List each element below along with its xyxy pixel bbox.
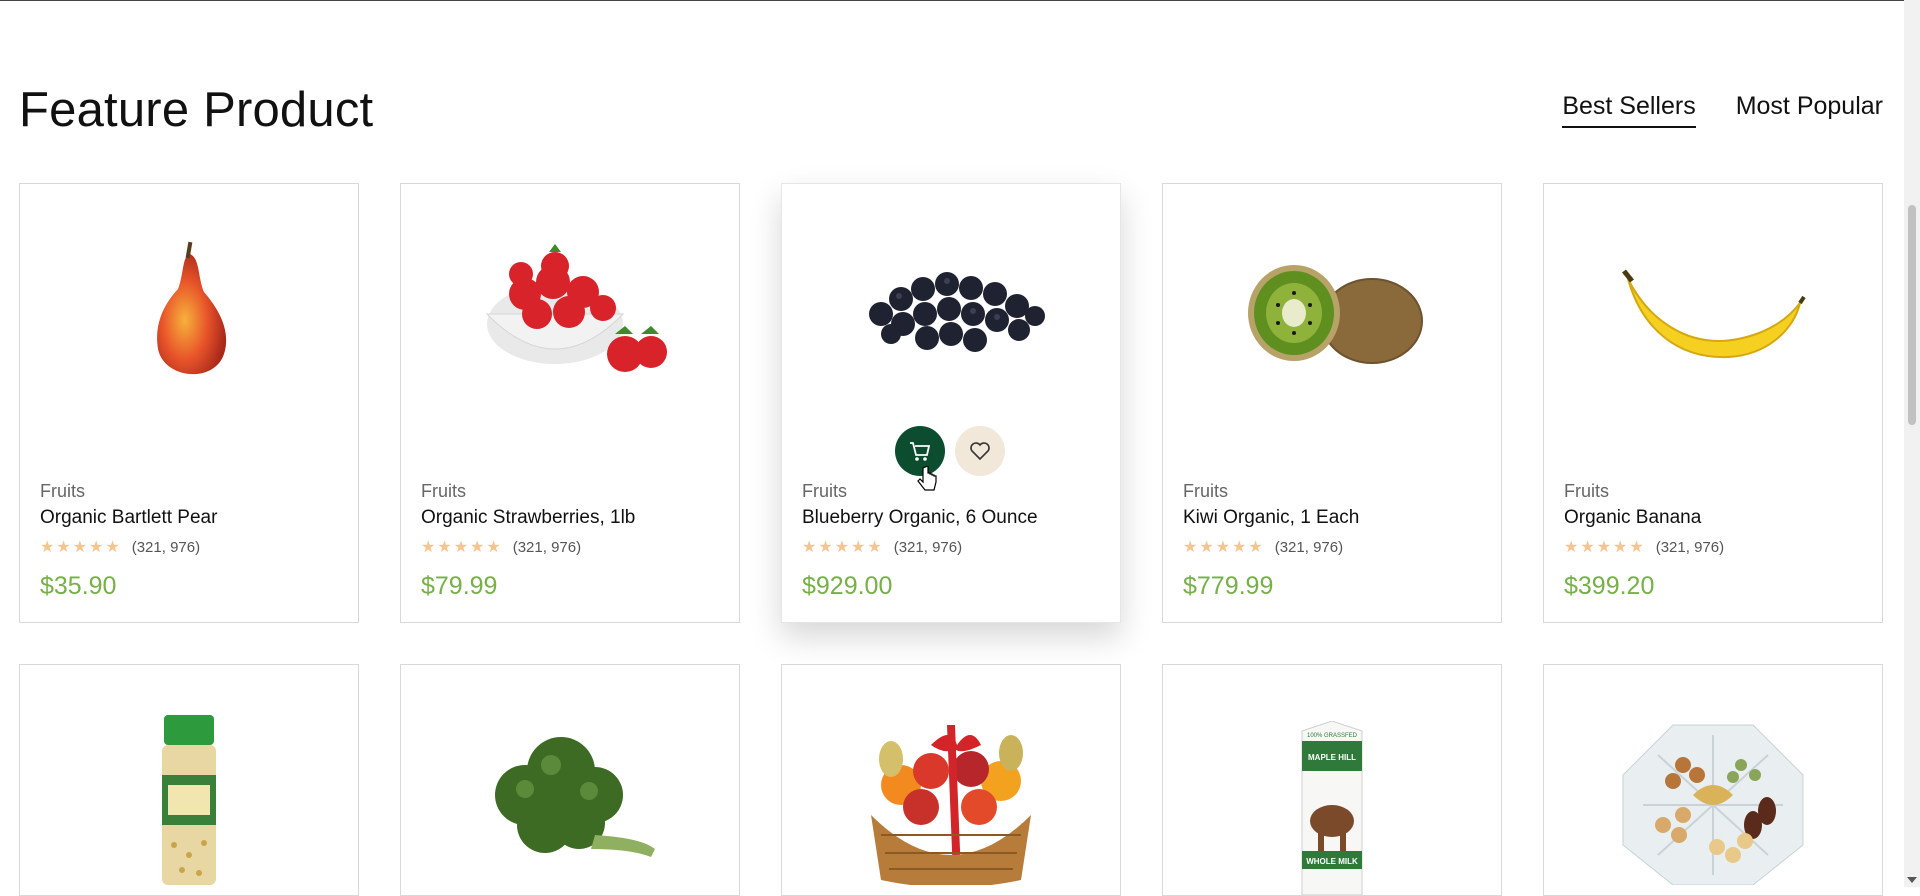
product-grid: Fruits Organic Bartlett Pear ★★★★★ (321,… [19,183,1883,896]
filter-tabs: Best Sellers Most Popular [1562,92,1883,128]
scrollbar-thumb[interactable] [1908,205,1916,425]
milk-brand: MAPLE HILL [1308,753,1356,762]
product-card[interactable] [19,664,359,896]
review-count: (321, 976) [1274,538,1344,556]
product-card[interactable] [400,664,740,896]
product-card[interactable] [1543,664,1883,896]
product-image-strawberries[interactable] [401,184,739,444]
product-name[interactable]: Organic Banana [1564,507,1701,529]
product-image-banana[interactable] [1544,184,1882,444]
heart-icon [970,442,990,461]
product-card[interactable]: Fruits Kiwi Organic, 1 Each ★★★★★ (321, … [1162,183,1502,623]
product-image-pear[interactable] [20,184,358,444]
product-price: $79.99 [421,572,498,600]
product-rating: ★★★★★ (321, 976) [802,537,962,557]
product-image-broccoli[interactable] [401,725,739,895]
tab-most-popular[interactable]: Most Popular [1736,92,1883,128]
product-image-milk-carton[interactable]: 100% GRASSFED MAPLE HILL WHOLE MILK [1163,721,1501,895]
product-category: Fruits [40,481,85,501]
milk-tag: 100% GRASSFED [1307,733,1358,739]
rating-stars: ★★★★★ [1564,539,1646,556]
product-image-blueberries[interactable] [782,184,1120,444]
add-to-wishlist-button[interactable] [955,426,1005,476]
product-image-kiwi[interactable] [1163,184,1501,444]
review-count: (321, 976) [131,538,201,556]
rating-stars: ★★★★★ [40,539,122,556]
tab-best-sellers[interactable]: Best Sellers [1562,92,1696,128]
feature-product-section: Feature Product Best Sellers Most Popula… [19,0,1883,896]
section-title: Feature Product [19,83,374,137]
product-rating: ★★★★★ (321, 976) [1564,537,1724,557]
review-count: (321, 976) [893,538,963,556]
product-category: Fruits [1564,481,1609,501]
product-rating: ★★★★★ (321, 976) [40,537,200,557]
product-price: $35.90 [40,572,117,600]
product-actions [895,426,1005,476]
product-price: $929.00 [802,572,893,600]
product-rating: ★★★★★ (321, 976) [1183,537,1343,557]
product-rating: ★★★★★ (321, 976) [421,537,581,557]
rating-stars: ★★★★★ [1183,539,1265,556]
product-image-fruit-basket[interactable] [782,715,1120,895]
rating-stars: ★★★★★ [802,539,884,556]
review-count: (321, 976) [512,538,582,556]
review-count: (321, 976) [1655,538,1725,556]
product-card[interactable]: Fruits Organic Strawberries, 1lb ★★★★★ (… [400,183,740,623]
product-name[interactable]: Organic Bartlett Pear [40,507,217,529]
product-name[interactable]: Kiwi Organic, 1 Each [1183,507,1359,529]
product-category: Fruits [421,481,466,501]
rating-stars: ★★★★★ [421,539,503,556]
product-category: Fruits [1183,481,1228,501]
hand-cursor-icon [917,466,937,491]
product-card[interactable]: Fruits Organic Banana ★★★★★ (321, 976) $… [1543,183,1883,623]
product-card[interactable]: Fruits Organic Bartlett Pear ★★★★★ (321,… [19,183,359,623]
product-name[interactable]: Organic Strawberries, 1lb [421,507,635,529]
cart-icon [910,442,931,461]
product-image-spice-jar[interactable] [20,715,358,895]
milk-product: WHOLE MILK [1306,857,1358,866]
product-price: $779.99 [1183,572,1274,600]
product-name[interactable]: Blueberry Organic, 6 Ounce [802,507,1038,529]
product-card[interactable]: 100% GRASSFED MAPLE HILL WHOLE MILK [1162,664,1502,896]
product-card[interactable]: Fruits Blueberry Organic, 6 Ounce ★★★★★ … [781,183,1121,623]
scroll-down-arrow-icon[interactable] [1907,877,1917,883]
product-price: $399.20 [1564,572,1655,600]
product-category: Fruits [802,481,847,501]
page-scrollbar[interactable] [1904,0,1920,887]
product-card[interactable] [781,664,1121,896]
product-image-nut-platter[interactable] [1544,715,1882,895]
